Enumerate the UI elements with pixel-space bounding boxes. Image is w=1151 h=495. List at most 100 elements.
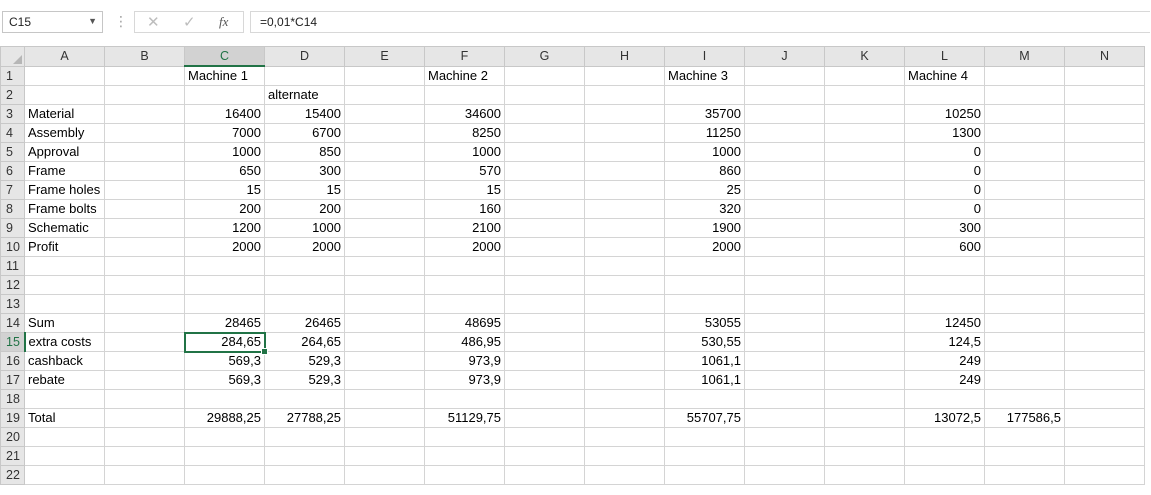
cell-l7[interactable]: 0 — [904, 180, 985, 200]
cell-h12[interactable] — [584, 275, 665, 295]
cell-m21[interactable] — [984, 446, 1065, 466]
cell-e6[interactable] — [344, 161, 425, 181]
cell-k10[interactable] — [824, 237, 905, 257]
cell-c14[interactable]: 28465 — [184, 313, 265, 333]
cell-l16[interactable]: 249 — [904, 351, 985, 371]
cell-a2[interactable] — [24, 85, 105, 105]
cell-k18[interactable] — [824, 389, 905, 409]
cell-b17[interactable] — [104, 370, 185, 390]
cell-k2[interactable] — [824, 85, 905, 105]
row-header[interactable]: 3 — [0, 104, 25, 124]
enter-icon[interactable]: ✓ — [183, 13, 196, 31]
cell-f18[interactable] — [424, 389, 505, 409]
column-header-k[interactable]: K — [824, 46, 905, 67]
cell-g18[interactable] — [504, 389, 585, 409]
cell-f15[interactable]: 486,95 — [424, 332, 505, 352]
row-header[interactable]: 13 — [0, 294, 25, 314]
column-header-c[interactable]: C — [184, 46, 265, 67]
cell-i15[interactable]: 530,55 — [664, 332, 745, 352]
cell-c1[interactable]: Machine 1 — [184, 65, 265, 86]
cell-i5[interactable]: 1000 — [664, 142, 745, 162]
cell-b15[interactable] — [104, 332, 185, 352]
column-header-d[interactable]: D — [264, 46, 345, 67]
cell-d8[interactable]: 200 — [264, 199, 345, 219]
cell-j3[interactable] — [744, 104, 825, 124]
cell-j2[interactable] — [744, 85, 825, 105]
cell-f22[interactable] — [424, 465, 505, 485]
cell-l17[interactable]: 249 — [904, 370, 985, 390]
cell-n13[interactable] — [1064, 294, 1145, 314]
cell-e2[interactable] — [344, 85, 425, 105]
cell-g19[interactable] — [504, 408, 585, 428]
cell-b4[interactable] — [104, 123, 185, 143]
cell-k16[interactable] — [824, 351, 905, 371]
cell-k17[interactable] — [824, 370, 905, 390]
row-header[interactable]: 7 — [0, 180, 25, 200]
cell-a18[interactable] — [24, 389, 105, 409]
select-all-corner[interactable] — [0, 46, 25, 67]
cell-j17[interactable] — [744, 370, 825, 390]
cell-n21[interactable] — [1064, 446, 1145, 466]
cell-j6[interactable] — [744, 161, 825, 181]
cell-l13[interactable] — [904, 294, 985, 314]
cell-g15[interactable] — [504, 332, 585, 352]
cell-l12[interactable] — [904, 275, 985, 295]
cell-b11[interactable] — [104, 256, 185, 276]
cell-i3[interactable]: 35700 — [664, 104, 745, 124]
cell-j8[interactable] — [744, 199, 825, 219]
row-header[interactable]: 20 — [0, 427, 25, 447]
cell-n10[interactable] — [1064, 237, 1145, 257]
cell-c10[interactable]: 2000 — [184, 237, 265, 257]
cell-c5[interactable]: 1000 — [184, 142, 265, 162]
cell-l11[interactable] — [904, 256, 985, 276]
cell-d3[interactable]: 15400 — [264, 104, 345, 124]
cell-l10[interactable]: 600 — [904, 237, 985, 257]
cell-d15[interactable]: 264,65 — [264, 332, 345, 352]
cell-i11[interactable] — [664, 256, 745, 276]
cell-h14[interactable] — [584, 313, 665, 333]
cell-j7[interactable] — [744, 180, 825, 200]
cell-m18[interactable] — [984, 389, 1065, 409]
row-header[interactable]: 18 — [0, 389, 25, 409]
cell-g2[interactable] — [504, 85, 585, 105]
cell-e13[interactable] — [344, 294, 425, 314]
cell-i10[interactable]: 2000 — [664, 237, 745, 257]
cell-a12[interactable] — [24, 275, 105, 295]
cell-h9[interactable] — [584, 218, 665, 238]
cell-m4[interactable] — [984, 123, 1065, 143]
column-header-h[interactable]: H — [584, 46, 665, 67]
cell-a14[interactable]: Sum — [24, 313, 105, 333]
cell-h20[interactable] — [584, 427, 665, 447]
cell-e17[interactable] — [344, 370, 425, 390]
cell-a22[interactable] — [24, 465, 105, 485]
cell-e5[interactable] — [344, 142, 425, 162]
cell-i8[interactable]: 320 — [664, 199, 745, 219]
cell-d5[interactable]: 850 — [264, 142, 345, 162]
cell-h16[interactable] — [584, 351, 665, 371]
cell-k5[interactable] — [824, 142, 905, 162]
cell-g16[interactable] — [504, 351, 585, 371]
cell-m13[interactable] — [984, 294, 1065, 314]
cell-f10[interactable]: 2000 — [424, 237, 505, 257]
cell-b13[interactable] — [104, 294, 185, 314]
cell-d18[interactable] — [264, 389, 345, 409]
cell-n1[interactable] — [1064, 65, 1145, 86]
row-header[interactable]: 21 — [0, 446, 25, 466]
cell-m1[interactable] — [984, 65, 1065, 86]
cell-d22[interactable] — [264, 465, 345, 485]
cell-e19[interactable] — [344, 408, 425, 428]
cell-g9[interactable] — [504, 218, 585, 238]
cell-m12[interactable] — [984, 275, 1065, 295]
cell-m22[interactable] — [984, 465, 1065, 485]
cell-e15[interactable] — [344, 332, 425, 352]
cell-c18[interactable] — [184, 389, 265, 409]
cell-k8[interactable] — [824, 199, 905, 219]
cell-h18[interactable] — [584, 389, 665, 409]
cell-n22[interactable] — [1064, 465, 1145, 485]
cell-f14[interactable]: 48695 — [424, 313, 505, 333]
column-header-i[interactable]: I — [664, 46, 745, 67]
cell-a13[interactable] — [24, 294, 105, 314]
cell-h17[interactable] — [584, 370, 665, 390]
cell-f12[interactable] — [424, 275, 505, 295]
cell-c9[interactable]: 1200 — [184, 218, 265, 238]
